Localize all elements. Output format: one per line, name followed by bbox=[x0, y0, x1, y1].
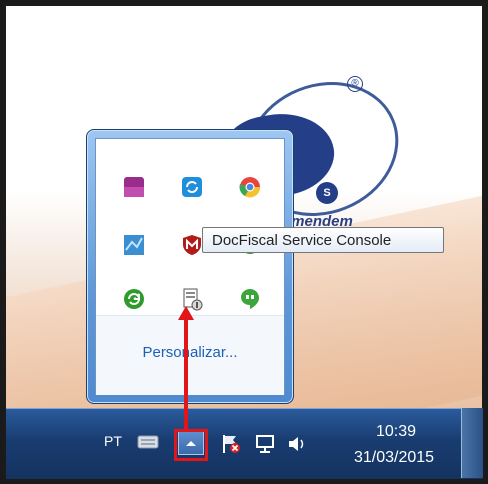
show-desktop-button[interactable] bbox=[461, 408, 483, 478]
network-map-icon[interactable] bbox=[120, 231, 148, 259]
network-icon[interactable] bbox=[254, 433, 276, 455]
icon-tooltip: DocFiscal Service Console bbox=[202, 227, 444, 253]
tray-overflow-panel: Personalizar... bbox=[95, 138, 285, 395]
logo-letter: S bbox=[316, 182, 338, 204]
green-refresh-icon[interactable] bbox=[120, 285, 148, 313]
tray-overflow-popup: Personalizar... bbox=[86, 129, 294, 404]
hangouts-icon[interactable] bbox=[236, 285, 264, 313]
clock-time[interactable]: 10:39 bbox=[376, 423, 416, 441]
chrome-icon[interactable] bbox=[236, 173, 264, 201]
purple-app-icon[interactable] bbox=[120, 173, 148, 201]
annotation-arrow-shaft bbox=[184, 318, 188, 431]
volume-icon[interactable] bbox=[286, 433, 308, 455]
annotation-arrow-head bbox=[178, 306, 194, 320]
clock-date[interactable]: 31/03/2015 bbox=[354, 449, 434, 467]
annotation-highlight-box bbox=[174, 429, 208, 461]
taskbar: PT 10:39 31/03/2015 bbox=[6, 408, 482, 479]
blue-sync-icon[interactable] bbox=[178, 173, 206, 201]
personalize-link[interactable]: Personalizar... bbox=[96, 344, 284, 361]
action-center-flag-icon[interactable] bbox=[220, 433, 242, 455]
tray-popup-footer: Personalizar... bbox=[96, 315, 284, 395]
language-indicator[interactable]: PT bbox=[104, 433, 122, 449]
logo-registered-mark: ® bbox=[347, 76, 363, 92]
keyboard-icon[interactable] bbox=[136, 431, 160, 451]
